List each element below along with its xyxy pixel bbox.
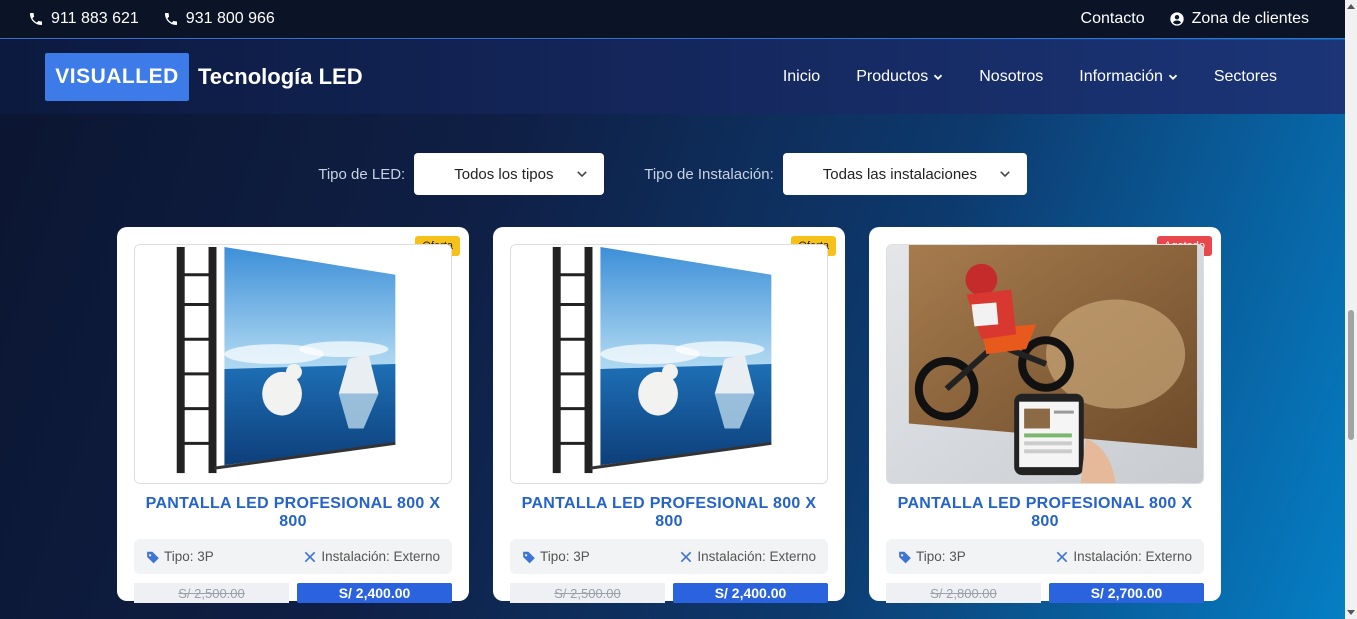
product-image[interactable] <box>134 244 452 484</box>
product-image[interactable] <box>886 244 1204 484</box>
install-spec: Instalación: Externo <box>303 549 440 564</box>
old-price: S/ 2,500.00 <box>134 583 289 603</box>
install-type-value: Todas las instalaciones <box>822 165 978 183</box>
led-type-filter: Tipo de LED: Todos los tipos <box>318 153 605 195</box>
top-bar: 911 883 621 931 800 966 Contacto Zona de… <box>0 0 1345 39</box>
product-prices: S/ 2,500.00 S/ 2,400.00 <box>510 583 828 603</box>
product-title[interactable]: PANTALLA LED PROFESIONAL 800 X 800 <box>886 495 1204 531</box>
tools-icon <box>305 551 316 562</box>
page-scrollbar[interactable] <box>1345 0 1357 619</box>
install-type-select[interactable]: Todas las instalaciones <box>782 153 1027 195</box>
install-spec: Instalación: Externo <box>1055 549 1192 564</box>
led-type-label: Tipo de LED: <box>318 165 406 183</box>
product-specs: Tipo: 3P Instalación: Externo <box>886 539 1204 574</box>
install-spec: Instalación: Externo <box>679 549 816 564</box>
product-card[interactable]: Oferta <box>117 227 469 603</box>
current-price: S/ 2,400.00 <box>673 583 828 603</box>
product-grid: Oferta <box>117 227 1221 603</box>
brand-tagline: Tecnología LED <box>198 64 363 89</box>
contact-label: Contacto <box>1080 10 1145 27</box>
nav-label: Nosotros <box>979 68 1044 85</box>
nav-menu: Inicio Productos Nosotros Información Se… <box>783 68 1277 86</box>
install-text: Instalación: Externo <box>697 549 816 564</box>
nav-label: Información <box>1079 68 1163 85</box>
led-type-spec: Tipo: 3P <box>146 549 214 564</box>
nav-item-productos[interactable]: Productos <box>856 68 943 86</box>
led-type-value: Todos los tipos <box>454 165 554 183</box>
install-text: Instalación: Externo <box>321 549 440 564</box>
phone-icon <box>30 13 42 25</box>
phone-link-1[interactable]: 911 883 621 <box>28 10 139 28</box>
phone-link-2[interactable]: 931 800 966 <box>163 10 275 28</box>
install-type-filter: Tipo de Instalación: Todas las instalaci… <box>644 153 1027 195</box>
phone-number: 931 800 966 <box>185 10 275 27</box>
current-price: S/ 2,700.00 <box>1049 583 1204 603</box>
led-wall-polar-bear-image <box>511 245 827 483</box>
product-card[interactable]: Oferta <box>493 227 845 603</box>
product-title[interactable]: PANTALLA LED PROFESIONAL 800 X 800 <box>510 495 828 531</box>
old-price: S/ 2,500.00 <box>510 583 665 603</box>
old-price: S/ 2,800.00 <box>886 583 1041 603</box>
led-type-text: Tipo: 3P <box>164 549 214 564</box>
product-specs: Tipo: 3P Instalación: Externo <box>134 539 452 574</box>
nav-label: Inicio <box>782 68 821 85</box>
scroll-up-icon[interactable] <box>1347 4 1355 9</box>
nav-label: Sectores <box>1213 68 1277 85</box>
scroll-thumb[interactable] <box>1348 310 1354 440</box>
client-zone-link[interactable]: Zona de clientes <box>1169 10 1309 28</box>
product-filters: Tipo de LED: Todos los tipos Tipo de Ins… <box>0 153 1345 195</box>
tools-icon <box>681 551 692 562</box>
chevron-down-icon <box>1000 171 1010 178</box>
nav-item-sectores[interactable]: Sectores <box>1214 68 1277 86</box>
tag-icon <box>899 551 911 563</box>
install-type-label: Tipo de Instalación: <box>644 165 774 183</box>
nav-label: Productos <box>856 68 929 85</box>
product-prices: S/ 2,500.00 S/ 2,400.00 <box>134 583 452 603</box>
product-image[interactable] <box>510 244 828 484</box>
tag-icon <box>147 551 159 563</box>
product-specs: Tipo: 3P Instalación: Externo <box>510 539 828 574</box>
product-card[interactable]: Agotado <box>869 227 1221 603</box>
led-wall-polar-bear-image <box>135 245 451 483</box>
top-links: Contacto Zona de clientes <box>1081 10 1309 28</box>
led-type-spec: Tipo: 3P <box>522 549 590 564</box>
led-screen-motocross-image <box>887 245 1203 483</box>
chevron-down-icon <box>934 74 943 80</box>
led-type-select[interactable]: Todos los tipos <box>414 153 605 195</box>
contact-link[interactable]: Contacto <box>1081 10 1145 28</box>
chevron-down-icon <box>1168 74 1177 80</box>
nav-item-informacion[interactable]: Información <box>1079 68 1178 86</box>
brand-logo[interactable]: VISUALLED Tecnología LED <box>45 53 363 101</box>
led-type-text: Tipo: 3P <box>916 549 966 564</box>
nav-item-nosotros[interactable]: Nosotros <box>979 68 1043 86</box>
logo-box: VISUALLED <box>45 53 189 101</box>
phone-list: 911 883 621 931 800 966 <box>28 10 275 28</box>
install-text: Instalación: Externo <box>1073 549 1192 564</box>
main-navbar: VISUALLED Tecnología LED Inicio Producto… <box>0 40 1345 114</box>
scroll-down-icon[interactable] <box>1347 610 1355 615</box>
led-type-spec: Tipo: 3P <box>898 549 966 564</box>
client-zone-label: Zona de clientes <box>1191 10 1309 27</box>
current-price: S/ 2,400.00 <box>297 583 452 603</box>
led-type-text: Tipo: 3P <box>540 549 590 564</box>
nav-item-inicio[interactable]: Inicio <box>783 68 820 86</box>
product-title[interactable]: PANTALLA LED PROFESIONAL 800 X 800 <box>134 495 452 531</box>
tag-icon <box>523 551 535 563</box>
chevron-down-icon <box>577 171 587 178</box>
phone-number: 911 883 621 <box>51 10 139 27</box>
tools-icon <box>1057 551 1068 562</box>
product-prices: S/ 2,800.00 S/ 2,700.00 <box>886 583 1204 603</box>
phone-icon <box>164 13 177 25</box>
user-circle-icon <box>1169 12 1184 26</box>
